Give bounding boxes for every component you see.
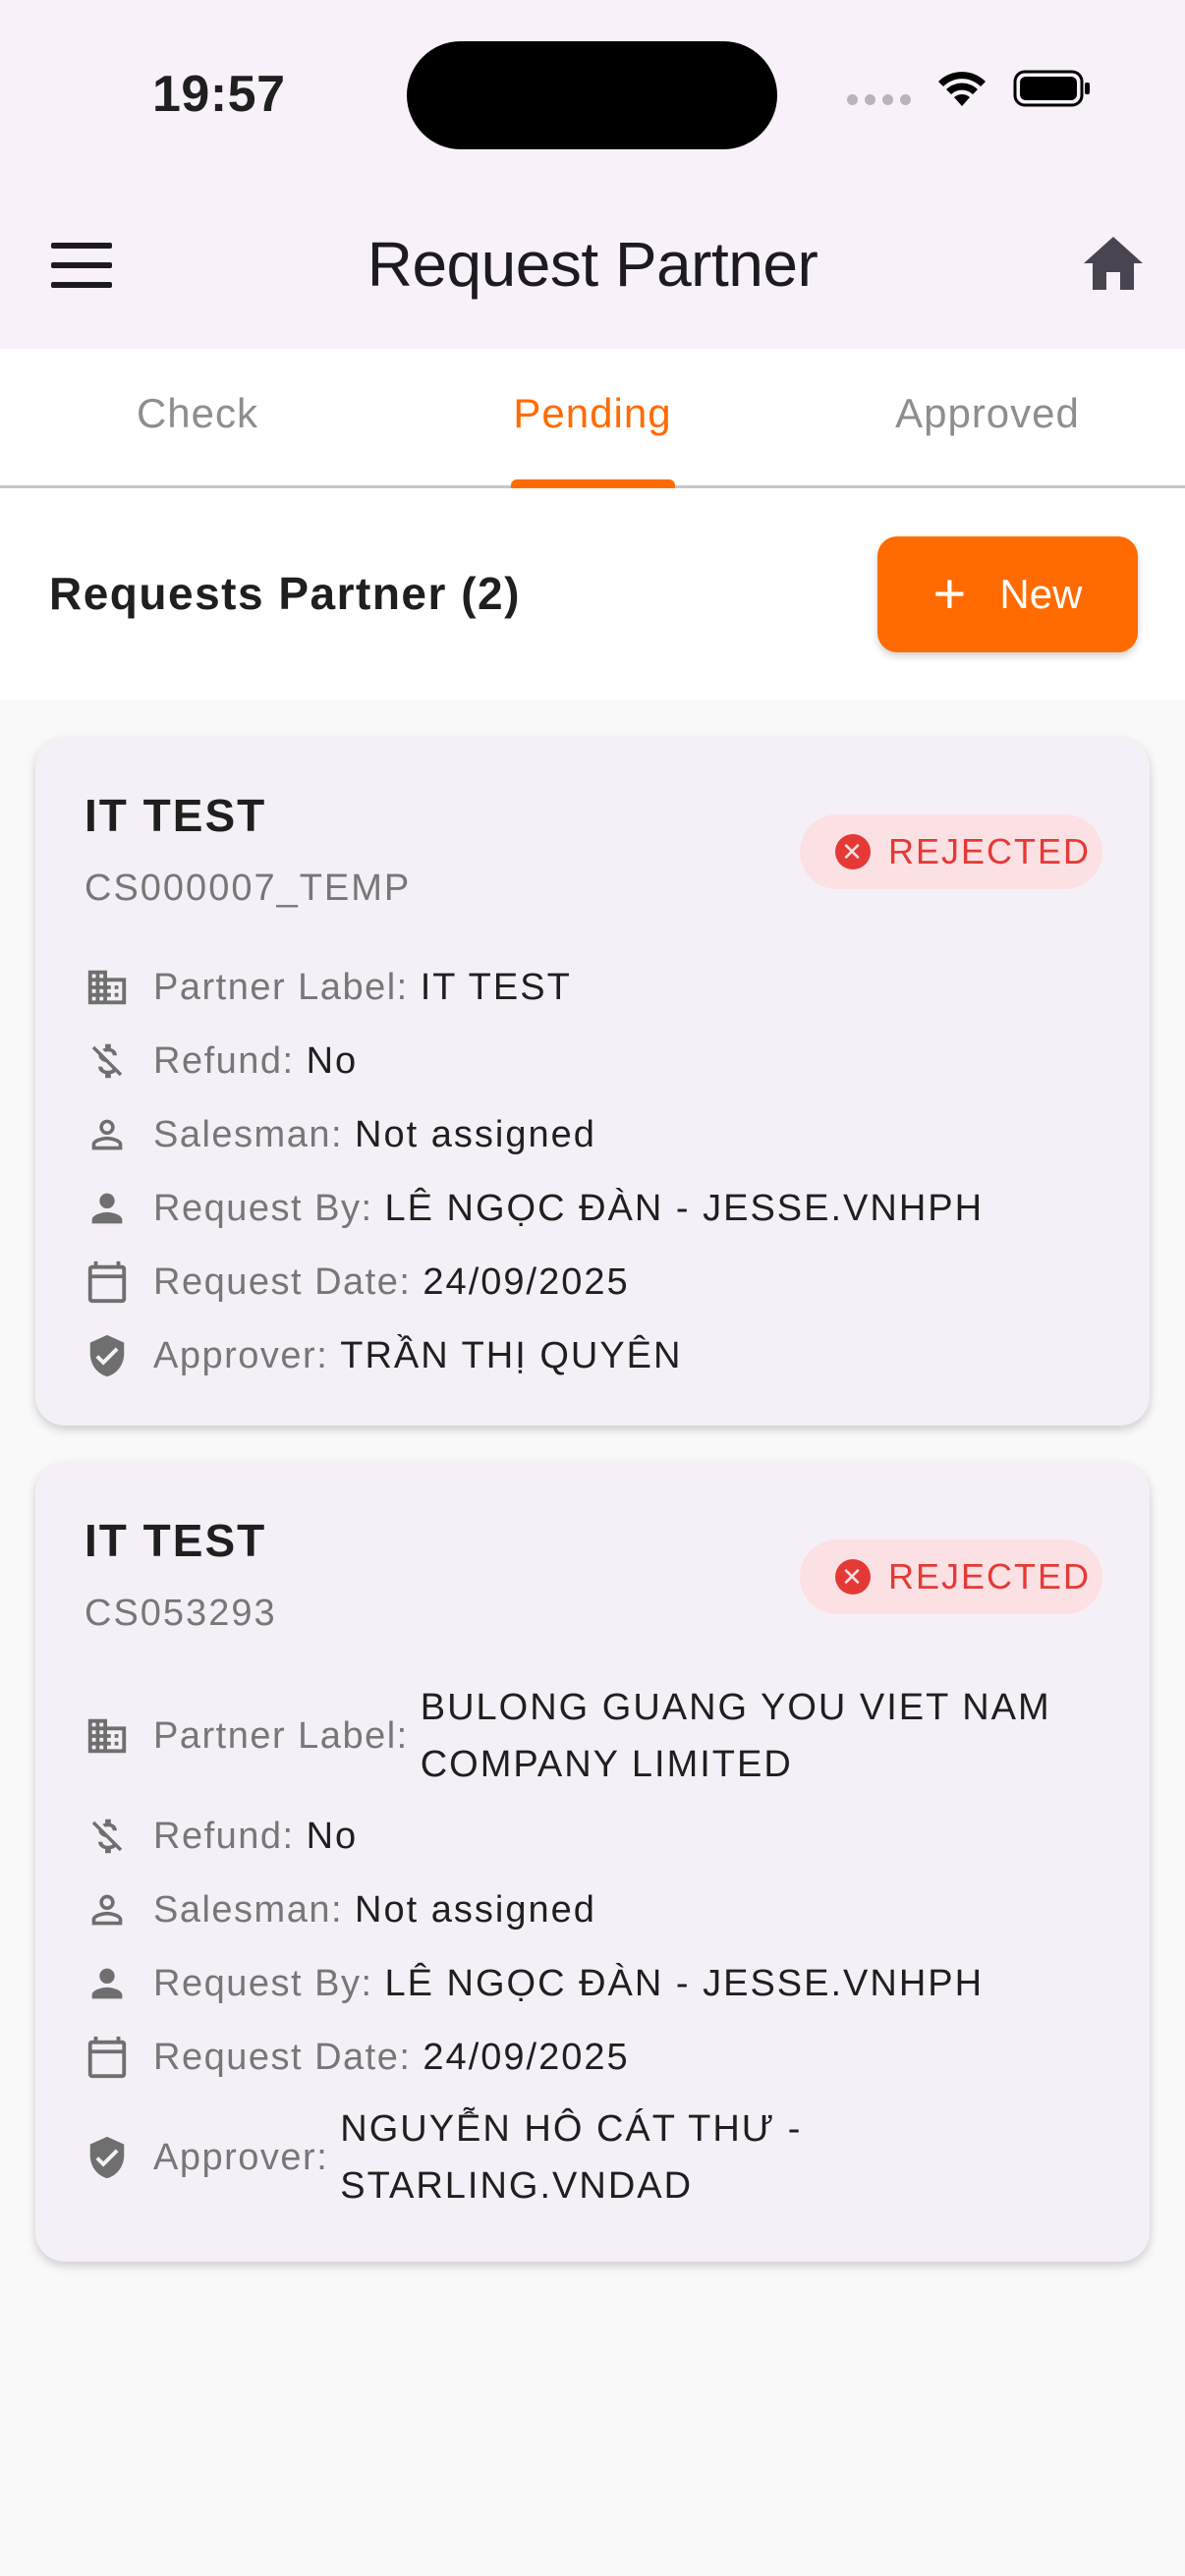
partner-label-row: Partner Label: IT TEST [85,959,572,1016]
partner-label-label: Partner Label: [153,1714,409,1757]
x-circle-icon: ✕ [835,834,871,869]
tab-pending[interactable]: Pending [395,349,790,488]
salesman-label: Salesman: [153,1888,344,1931]
building-icon [87,1718,127,1754]
partner-label-value: BULONG GUANG YOU VIET NAM COMPANY LIMITE… [420,1687,1051,1785]
request-by-value: LÊ NGỌC ĐÀN - JESSE.VNHPH [384,1188,985,1229]
refund-label: Refund: [153,1815,295,1857]
partner-label-row: Partner Label: BULONG GUANG YOU VIET NAM… [85,1679,1099,1793]
person-outline-icon [91,1894,123,1926]
tab-bar: Check Pending Approved [0,349,1185,488]
request-by-label: Request By: [153,1187,373,1229]
card-code: CS000007_TEMP [85,868,412,909]
status-badge: ✕ REJECTED [800,814,1102,889]
card-title: IT TEST [85,1515,267,1566]
app-screen: 19:57 Request Partner Check Pending Appr… [0,0,1185,2576]
tab-check[interactable]: Check [0,349,395,485]
salesman-row: Salesman: Not assigned [85,1106,596,1163]
refund-label: Refund: [153,1039,295,1082]
request-date-row: Request Date: 24/09/2025 [85,2029,630,2086]
approver-row: Approver: NGUYỄN HÔ CÁT THƯ - STARLING.V… [85,2100,1018,2214]
list-header: Requests Partner (2) + New [0,488,1185,700]
top-bar: 19:57 Request Partner [0,0,1185,349]
status-label: REJECTED [888,831,1092,871]
dynamic-island [407,41,777,149]
status-icons [847,69,1092,108]
new-button-label: New [999,571,1083,617]
calendar-icon [87,2036,127,2079]
cellular-signal-icon [847,93,911,105]
wifi-icon [938,72,986,106]
money-off-icon [91,1819,123,1854]
list-title: Requests Partner (2) [49,568,521,619]
request-date-row: Request Date: 24/09/2025 [85,1254,630,1311]
approver-value: TRẦN THỊ QUYÊN [340,1335,683,1376]
approver-label: Approver: [153,2136,329,2178]
card-code: CS053293 [85,1593,277,1634]
x-circle-icon: ✕ [835,1559,871,1595]
approver-row: Approver: TRẦN THỊ QUYÊN [85,1327,682,1384]
approver-label: Approver: [153,1334,329,1376]
card-title: IT TEST [85,790,267,841]
refund-row: Refund: No [85,1808,358,1865]
salesman-label: Salesman: [153,1113,344,1155]
refund-row: Refund: No [85,1033,358,1090]
tab-approved[interactable]: Approved [790,349,1185,485]
status-time: 19:57 [152,66,286,123]
home-icon[interactable] [1081,234,1146,293]
refund-value: No [306,1040,359,1082]
person-icon [91,1968,123,1999]
building-icon [87,970,127,1005]
money-off-icon [91,1043,123,1079]
person-outline-icon [91,1119,123,1150]
page-title: Request Partner [367,229,818,300]
plus-icon: + [932,562,967,626]
calendar-icon [87,1260,127,1304]
approver-value: NGUYỄN HÔ CÁT THƯ - STARLING.VNDAD [340,2108,803,2207]
request-card[interactable]: IT TEST CS000007_TEMP ✕ REJECTED Partner… [35,738,1150,1426]
status-label: REJECTED [888,1556,1092,1596]
request-card[interactable]: IT TEST CS053293 ✕ REJECTED Partner Labe… [35,1463,1150,2262]
person-icon [91,1193,123,1224]
partner-label-value: IT TEST [420,967,572,1008]
request-by-row: Request By: LÊ NGỌC ĐÀN - JESSE.VNHPH [85,1180,984,1237]
salesman-value: Not assigned [355,1889,596,1931]
request-date-label: Request Date: [153,1260,412,1303]
request-date-value: 24/09/2025 [423,2037,630,2078]
shield-check-icon [89,2136,125,2179]
salesman-row: Salesman: Not assigned [85,1881,596,1938]
battery-icon [1013,70,1090,107]
request-by-row: Request By: LÊ NGỌC ĐÀN - JESSE.VNHPH [85,1955,984,2012]
refund-value: No [306,1816,359,1857]
shield-check-icon [89,1334,125,1377]
salesman-value: Not assigned [355,1114,596,1155]
partner-label-label: Partner Label: [153,966,409,1008]
request-by-value: LÊ NGỌC ĐÀN - JESSE.VNHPH [384,1963,985,2004]
new-request-button[interactable]: + New [877,536,1138,652]
request-date-value: 24/09/2025 [423,1261,630,1303]
request-by-label: Request By: [153,1962,373,2004]
request-date-label: Request Date: [153,2036,412,2078]
status-badge: ✕ REJECTED [800,1540,1102,1614]
